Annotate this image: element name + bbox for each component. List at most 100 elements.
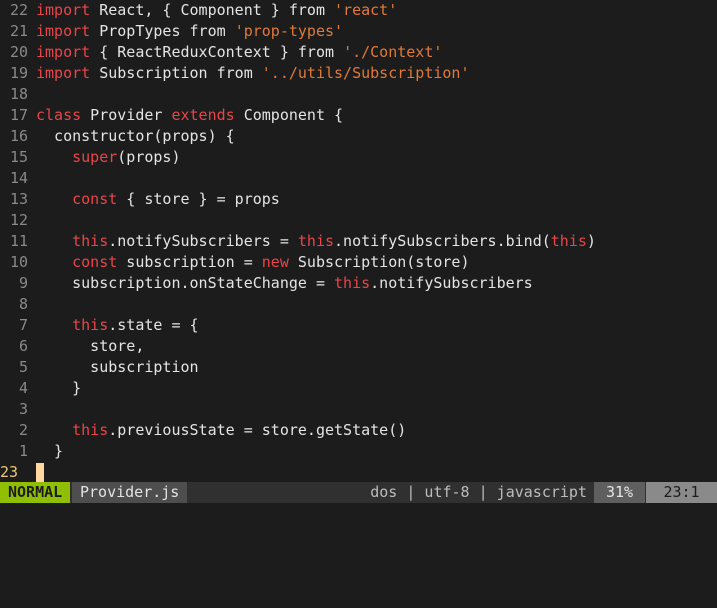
keyword-token: this xyxy=(550,232,587,250)
code-text: const { store } = props xyxy=(36,189,280,210)
keyword-token: this xyxy=(72,421,109,439)
cursor-position: 23:1 xyxy=(646,482,717,503)
string-token: '../utils/Subscription' xyxy=(261,64,470,82)
code-line[interactable]: 17 class Provider extends Component { xyxy=(0,105,717,126)
code-line[interactable]: 21 import PropTypes from 'prop-types' xyxy=(0,21,717,42)
code-line[interactable]: 16 constructor(props) { xyxy=(0,126,717,147)
file-info: dos | utf-8 | javascript xyxy=(370,483,587,501)
keyword-token: extends xyxy=(171,106,235,124)
line-number: 13 xyxy=(9,190,28,208)
code-line[interactable]: 22 import React, { Component } from 'reac… xyxy=(0,0,717,21)
code-token: ) xyxy=(586,232,596,250)
code-line[interactable]: 14 xyxy=(0,168,717,189)
keyword-token: import xyxy=(36,64,91,82)
code-text: store, xyxy=(36,336,144,357)
line-number: 14 xyxy=(9,169,28,187)
code-editor[interactable]: 22 import React, { Component } from 'reac… xyxy=(0,0,717,483)
keyword-token: super xyxy=(72,148,118,166)
code-text: import { ReactReduxContext } from './Con… xyxy=(36,42,442,63)
code-line[interactable]: 9 subscription.onStateChange = this.noti… xyxy=(0,273,717,294)
keyword-token: this xyxy=(297,232,335,250)
code-token: store, xyxy=(36,337,145,355)
code-line[interactable]: 12 xyxy=(0,210,717,231)
code-token: PropTypes from xyxy=(90,22,235,40)
line-number: 10 xyxy=(9,253,28,271)
code-text: constructor(props) { xyxy=(36,126,235,147)
code-token: .previousState = store.getState() xyxy=(108,421,407,439)
code-line[interactable]: 1 } xyxy=(0,441,717,462)
code-line[interactable]: 11 this.notifySubscribers = this.notifyS… xyxy=(0,231,717,252)
keyword-token: new xyxy=(261,253,289,271)
code-token: subscription xyxy=(36,358,199,376)
line-number: 5 xyxy=(18,358,28,376)
line-number: 7 xyxy=(18,316,28,334)
code-line[interactable]: 6 store, xyxy=(0,336,717,357)
string-token: 'react' xyxy=(334,1,398,19)
status-line: NORMAL Provider.js dos | utf-8 | javascr… xyxy=(0,482,717,503)
line-number: 12 xyxy=(9,211,28,229)
line-number: 8 xyxy=(18,295,28,313)
code-line[interactable]: 10 const subscription = new Subscription… xyxy=(0,252,717,273)
keyword-token: import xyxy=(36,1,91,19)
code-token: .notifySubscribers.bind( xyxy=(334,232,551,250)
code-text: super(props) xyxy=(36,147,180,168)
code-text: } xyxy=(36,378,81,399)
keyword-token: const xyxy=(72,190,118,208)
code-line[interactable]: 3 xyxy=(0,399,717,420)
scroll-percent: 31% xyxy=(594,482,645,503)
code-token: Subscription(store) xyxy=(288,253,470,271)
code-token: } xyxy=(36,379,82,397)
code-text: import Subscription from '../utils/Subsc… xyxy=(36,63,470,84)
line-number: 1 xyxy=(18,442,28,460)
string-token: './Context' xyxy=(343,43,443,61)
code-line[interactable]: 15 super(props) xyxy=(0,147,717,168)
keyword-token: const xyxy=(72,253,118,271)
line-number: 3 xyxy=(18,400,28,418)
string-token: 'prop-types' xyxy=(234,22,344,40)
line-number: 22 xyxy=(9,1,28,19)
code-text: subscription xyxy=(36,357,199,378)
code-line[interactable]: 8 xyxy=(0,294,717,315)
cursor-line[interactable]: 23 xyxy=(0,462,717,483)
code-line[interactable]: 19 import Subscription from '../utils/Sub… xyxy=(0,63,717,84)
code-text: class Provider extends Component { xyxy=(36,105,343,126)
code-text: this.previousState = store.getState() xyxy=(36,420,406,441)
line-number: 20 xyxy=(9,43,28,61)
code-line[interactable]: 7 this.state = { xyxy=(0,315,717,336)
command-line[interactable] xyxy=(0,503,717,522)
code-token: React, { Component } from xyxy=(90,1,335,19)
code-line[interactable]: 5 subscription xyxy=(0,357,717,378)
keyword-token: this xyxy=(72,316,109,334)
code-token: } xyxy=(36,442,64,460)
code-token: { store } = props xyxy=(117,190,280,208)
mode-indicator: NORMAL xyxy=(0,482,71,503)
line-number: 21 xyxy=(9,22,28,40)
code-line[interactable]: 4 } xyxy=(0,378,717,399)
code-token: .state = { xyxy=(108,316,199,334)
code-text: this.state = { xyxy=(36,315,199,336)
line-number: 18 xyxy=(9,85,28,103)
code-text: const subscription = new Subscription(st… xyxy=(36,252,470,273)
code-text: this.notifySubscribers = this.notifySubs… xyxy=(36,231,596,252)
line-number: 11 xyxy=(9,232,28,250)
line-number: 23 xyxy=(0,463,19,481)
code-token: Provider xyxy=(81,106,172,124)
code-line[interactable]: 20 import { ReactReduxContext } from './C… xyxy=(0,42,717,63)
keyword-token: import xyxy=(36,43,91,61)
line-number: 16 xyxy=(9,127,28,145)
code-line[interactable]: 13 const { store } = props xyxy=(0,189,717,210)
line-number: 19 xyxy=(9,64,28,82)
line-number: 9 xyxy=(18,274,28,292)
keyword-token: class xyxy=(36,106,82,124)
code-line[interactable]: 2 this.previousState = store.getState() xyxy=(0,420,717,441)
filename-label: Provider.js xyxy=(72,482,188,503)
code-text: import React, { Component } from 'react' xyxy=(36,0,397,21)
keyword-token: this xyxy=(334,274,371,292)
code-line[interactable]: 18 xyxy=(0,84,717,105)
code-token: .notifySubscribers = xyxy=(108,232,298,250)
